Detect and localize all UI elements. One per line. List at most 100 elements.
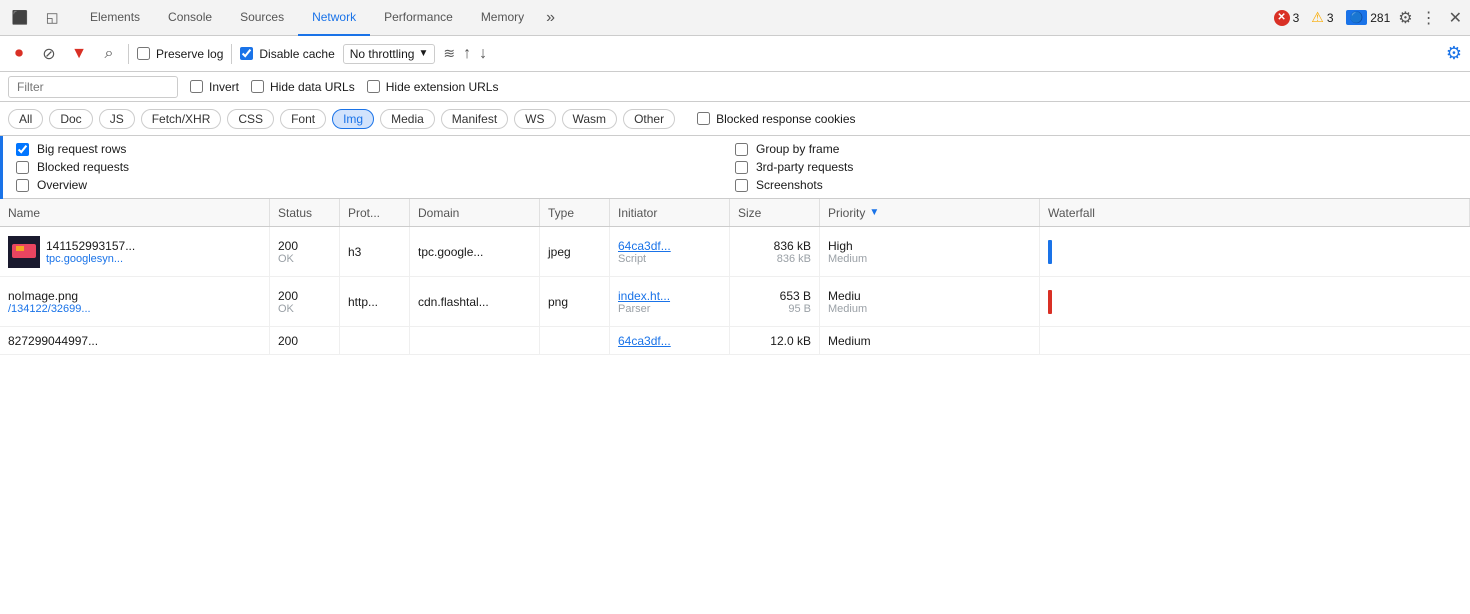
row-status-sub-0: OK — [278, 253, 331, 265]
td-priority-main-1: Mediu — [828, 289, 1031, 303]
disable-cache-checkbox-label[interactable]: Disable cache — [240, 47, 334, 61]
tab-network[interactable]: Network — [298, 0, 370, 36]
row-status-main-2: 200 — [278, 334, 331, 348]
warning-count[interactable]: ⚠ 3 — [1311, 9, 1333, 26]
tab-sources[interactable]: Sources — [226, 0, 298, 36]
td-type-value-1: png — [548, 295, 601, 309]
more-options-icon[interactable]: ⋮ — [1421, 8, 1437, 28]
overview-checkbox[interactable] — [16, 179, 29, 192]
big-request-rows-checkbox[interactable] — [16, 143, 29, 156]
filter-type-wasm[interactable]: Wasm — [562, 109, 618, 129]
td-initiator-1: index.ht... Parser — [610, 277, 730, 326]
upload-icon[interactable]: ↑ — [463, 45, 471, 63]
th-size[interactable]: Size — [730, 199, 820, 226]
device-toggle-icon[interactable]: ⬛ — [8, 6, 32, 30]
settings-icon[interactable]: ⚙ — [1398, 8, 1412, 28]
td-initiator-sub-0: Script — [618, 253, 721, 265]
third-party-label: 3rd-party requests — [756, 160, 853, 174]
td-priority-1: Mediu Medium High, Initial priority: Med… — [820, 277, 1040, 326]
filter-type-doc[interactable]: Doc — [49, 109, 92, 129]
tab-performance[interactable]: Performance — [370, 0, 467, 36]
screenshots-label: Screenshots — [756, 178, 823, 192]
waterfall-bar-1 — [1048, 290, 1052, 314]
filter-type-all[interactable]: All — [8, 109, 43, 129]
row-name-main-1: noImage.png — [8, 289, 91, 303]
network-settings-icon[interactable]: ⚙ — [1446, 43, 1462, 64]
td-size-main-0: 836 kB — [774, 239, 811, 253]
row-name-main-2: 827299044997... — [8, 334, 261, 348]
search-button[interactable]: ⌕ — [98, 43, 120, 65]
td-type-0: jpeg — [540, 227, 610, 276]
info-count-label: 281 — [1370, 11, 1390, 25]
download-icon[interactable]: ↓ — [479, 45, 487, 63]
th-priority[interactable]: Priority ▼ — [820, 199, 1040, 226]
filter-type-img[interactable]: Img — [332, 109, 374, 129]
clear-button[interactable]: ⊘ — [38, 43, 60, 65]
th-initiator[interactable]: Initiator — [610, 199, 730, 226]
group-by-frame-checkbox[interactable] — [735, 143, 748, 156]
throttle-selector[interactable]: No throttling ▼ — [343, 44, 436, 64]
td-protocol-value-0: h3 — [348, 245, 401, 259]
tab-memory[interactable]: Memory — [467, 0, 538, 36]
table-body: 141152993157... tpc.googlesyn... 200 OK … — [0, 227, 1470, 355]
preserve-log-label: Preserve log — [156, 47, 223, 61]
invert-checkbox-label[interactable]: Invert — [190, 80, 239, 94]
blocked-requests-checkbox[interactable] — [16, 161, 29, 174]
error-count-label: 3 — [1293, 11, 1300, 25]
wifi-icon: ≋ — [443, 45, 455, 62]
error-count[interactable]: ✕ 3 — [1274, 10, 1300, 26]
screenshots-checkbox[interactable] — [735, 179, 748, 192]
inspect-icon[interactable]: ◱ — [40, 6, 64, 30]
overview-setting: Overview — [16, 178, 735, 192]
table-row[interactable]: 827299044997... 200 64ca3df... 12.0 kB M… — [0, 327, 1470, 355]
tab-console[interactable]: Console — [154, 0, 226, 36]
invert-checkbox[interactable] — [190, 80, 203, 93]
td-type-value-0: jpeg — [548, 245, 601, 259]
settings-section: Big request rows Group by frame Blocked … — [0, 136, 1470, 199]
tab-more-button[interactable]: » — [538, 9, 563, 27]
filter-type-font[interactable]: Font — [280, 109, 326, 129]
throttle-dropdown-icon: ▼ — [418, 48, 428, 59]
hide-data-urls-checkbox[interactable] — [251, 80, 264, 93]
close-devtools-icon[interactable]: ✕ — [1449, 8, 1462, 28]
blocked-requests-setting: Blocked requests — [16, 160, 735, 174]
filter-type-css[interactable]: CSS — [227, 109, 274, 129]
table-row[interactable]: 141152993157... tpc.googlesyn... 200 OK … — [0, 227, 1470, 277]
table-row[interactable]: noImage.png /134122/32699... 200 OK http… — [0, 277, 1470, 327]
td-protocol-value-1: http... — [348, 295, 401, 309]
blocked-cookies-checkbox[interactable] — [697, 112, 710, 125]
info-icon: 🔵 — [1346, 10, 1368, 25]
hide-ext-urls-checkbox[interactable] — [367, 80, 380, 93]
filter-type-other[interactable]: Other — [623, 109, 675, 129]
filter-icon[interactable]: ▼ — [68, 43, 90, 65]
hide-data-urls-checkbox-label[interactable]: Hide data URLs — [251, 80, 355, 94]
hide-ext-urls-checkbox-label[interactable]: Hide extension URLs — [367, 80, 499, 94]
stop-recording-button[interactable]: ⏺ — [8, 43, 30, 65]
th-protocol[interactable]: Prot... — [340, 199, 410, 226]
th-domain[interactable]: Domain — [410, 199, 540, 226]
big-request-rows-setting: Big request rows — [16, 142, 735, 156]
tab-elements[interactable]: Elements — [76, 0, 154, 36]
info-count[interactable]: 🔵 281 — [1346, 10, 1391, 25]
filter-type-fetch-xhr[interactable]: Fetch/XHR — [141, 109, 222, 129]
th-waterfall[interactable]: Waterfall — [1040, 199, 1470, 226]
preserve-log-checkbox[interactable] — [137, 47, 150, 60]
filter-type-js[interactable]: JS — [99, 109, 135, 129]
tab-right-area: ✕ 3 ⚠ 3 🔵 281 ⚙ ⋮ ✕ — [1274, 8, 1462, 28]
filter-type-media[interactable]: Media — [380, 109, 435, 129]
blocked-requests-label: Blocked requests — [37, 160, 129, 174]
td-size-2: 12.0 kB — [730, 327, 820, 354]
filter-input[interactable] — [8, 76, 178, 98]
tab-bar: ⬛ ◱ Elements Console Sources Network Per… — [0, 0, 1470, 36]
blocked-cookies-checkbox-label[interactable]: Blocked response cookies — [697, 112, 855, 126]
preserve-log-checkbox-label[interactable]: Preserve log — [137, 47, 223, 61]
disable-cache-checkbox[interactable] — [240, 47, 253, 60]
th-name[interactable]: Name — [0, 199, 270, 226]
th-type[interactable]: Type — [540, 199, 610, 226]
third-party-checkbox[interactable] — [735, 161, 748, 174]
filter-type-ws[interactable]: WS — [514, 109, 555, 129]
filter-type-manifest[interactable]: Manifest — [441, 109, 508, 129]
th-status[interactable]: Status — [270, 199, 340, 226]
warning-icon: ⚠ — [1311, 9, 1324, 26]
td-status-1: 200 OK — [270, 277, 340, 326]
